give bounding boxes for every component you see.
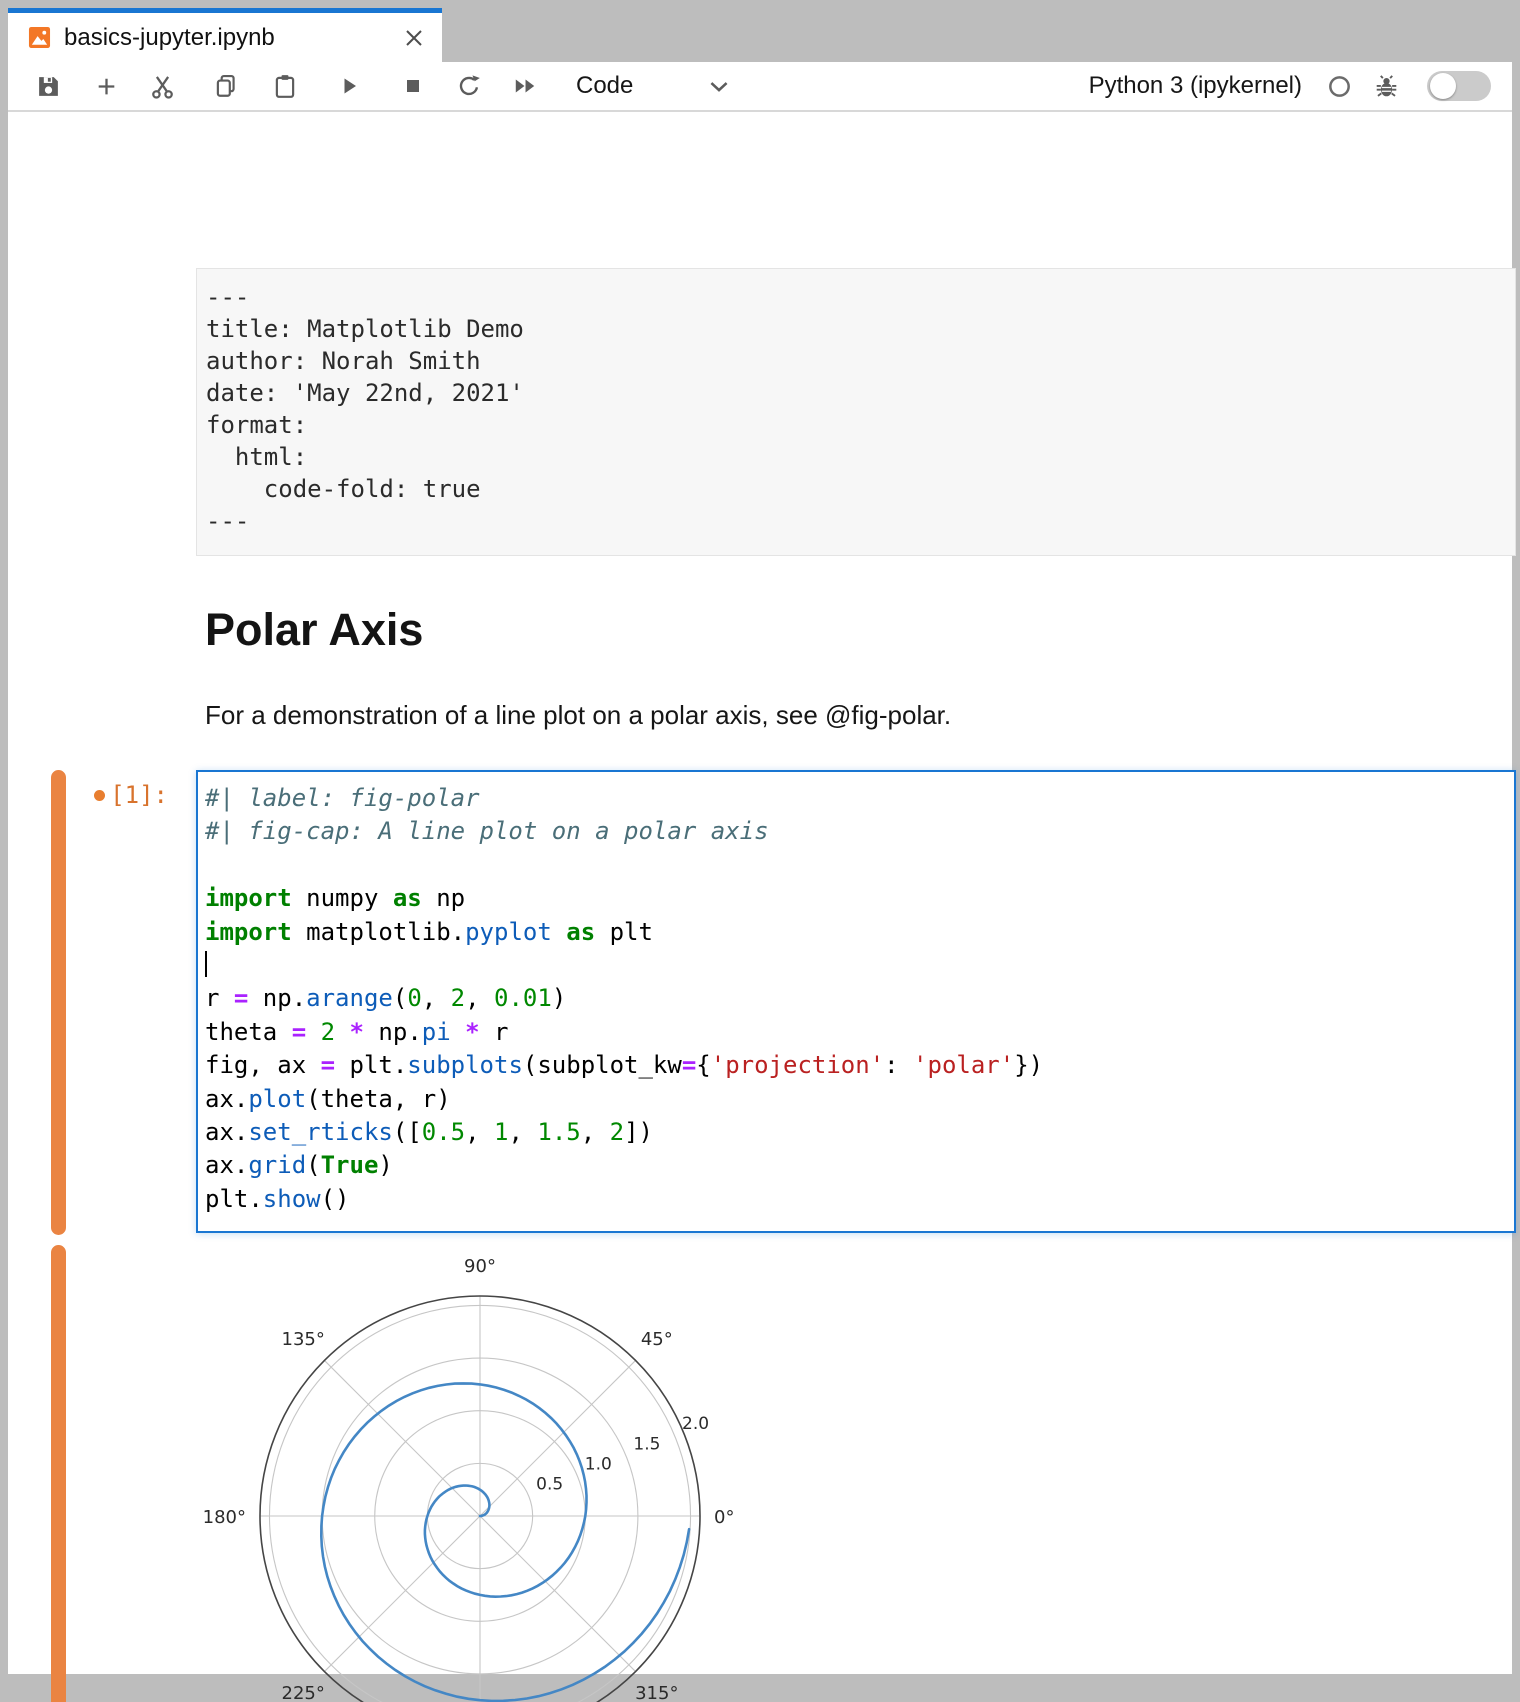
scissors-icon	[149, 73, 176, 100]
save-button[interactable]	[28, 62, 68, 110]
kernel-name[interactable]: Python 3 (ipykernel)	[1089, 62, 1302, 110]
markdown-paragraph: For a demonstration of a line plot on a …	[205, 700, 951, 731]
toggle-knob	[1430, 73, 1456, 99]
markdown-heading: Polar Axis	[205, 604, 423, 656]
add-cell-button[interactable]	[86, 62, 126, 110]
svg-text:90°: 90°	[464, 1256, 496, 1277]
tab-title: basics-jupyter.ipynb	[64, 24, 275, 52]
chevron-down-icon	[705, 72, 733, 100]
interrupt-kernel-button[interactable]	[393, 62, 433, 110]
kernel-status-indicator	[1319, 62, 1359, 110]
run-cell-button[interactable]	[329, 62, 369, 110]
polar-plot: 0°45°90°135°180°225°270°315°0.51.01.52.0	[200, 1236, 760, 1702]
text-cursor	[205, 951, 207, 977]
copy-cells-button[interactable]	[206, 62, 246, 110]
plus-icon	[94, 74, 119, 99]
output-collapser[interactable]	[51, 1245, 66, 1702]
raw-cell-frontmatter[interactable]: ---title: Matplotlib Demoauthor: Norah S…	[196, 268, 1516, 556]
cell-type-dropdown[interactable]: Code	[576, 62, 633, 110]
cut-cells-button[interactable]	[142, 62, 182, 110]
svg-text:0°: 0°	[714, 1507, 734, 1528]
floppy-disk-icon	[36, 74, 61, 99]
notebook-panel: ---title: Matplotlib Demoauthor: Norah S…	[8, 112, 1512, 1674]
restart-run-all-button[interactable]	[505, 62, 545, 110]
svg-text:315°: 315°	[635, 1683, 678, 1702]
bug-icon	[1374, 74, 1399, 99]
clipboard-icon	[272, 73, 298, 99]
cell-activity-dot	[94, 790, 105, 801]
svg-text:2.0: 2.0	[682, 1414, 709, 1434]
execution-prompt: [1]:	[8, 781, 168, 809]
notebook-toolbar: Code Python 3 (ipykernel)	[8, 62, 1512, 112]
notebook-tab[interactable]: basics-jupyter.ipynb	[8, 8, 442, 62]
svg-text:1.5: 1.5	[633, 1434, 660, 1454]
paste-cells-button[interactable]	[265, 62, 305, 110]
svg-text:45°: 45°	[641, 1329, 673, 1350]
stop-icon	[401, 74, 425, 98]
cell-output-area: 0°45°90°135°180°225°270°315°0.51.01.52.0	[200, 1236, 760, 1702]
svg-text:1.0: 1.0	[585, 1454, 612, 1474]
restart-icon	[456, 73, 482, 99]
play-icon	[337, 74, 361, 98]
input-collapser[interactable]	[51, 770, 66, 1235]
copy-icon	[213, 73, 239, 99]
svg-text:0.5: 0.5	[536, 1475, 563, 1495]
debugger-toggle-button[interactable]	[1366, 62, 1406, 110]
restart-kernel-button[interactable]	[449, 62, 489, 110]
execution-count: [1]:	[110, 781, 168, 809]
simple-mode-toggle[interactable]	[1427, 71, 1491, 101]
fast-forward-icon	[512, 73, 538, 99]
svg-text:135°: 135°	[282, 1329, 325, 1350]
close-icon[interactable]	[402, 26, 426, 50]
code-cell-editor[interactable]: #| label: fig-polar#| fig-cap: A line pl…	[196, 770, 1516, 1233]
app-background: basics-jupyter.ipynb	[0, 0, 1520, 1702]
cell-type-dropdown-arrow[interactable]	[699, 62, 739, 110]
notebook-file-icon	[28, 26, 51, 49]
kernel-idle-circle-icon	[1327, 74, 1352, 99]
svg-text:225°: 225°	[282, 1683, 325, 1702]
svg-text:180°: 180°	[203, 1507, 246, 1528]
